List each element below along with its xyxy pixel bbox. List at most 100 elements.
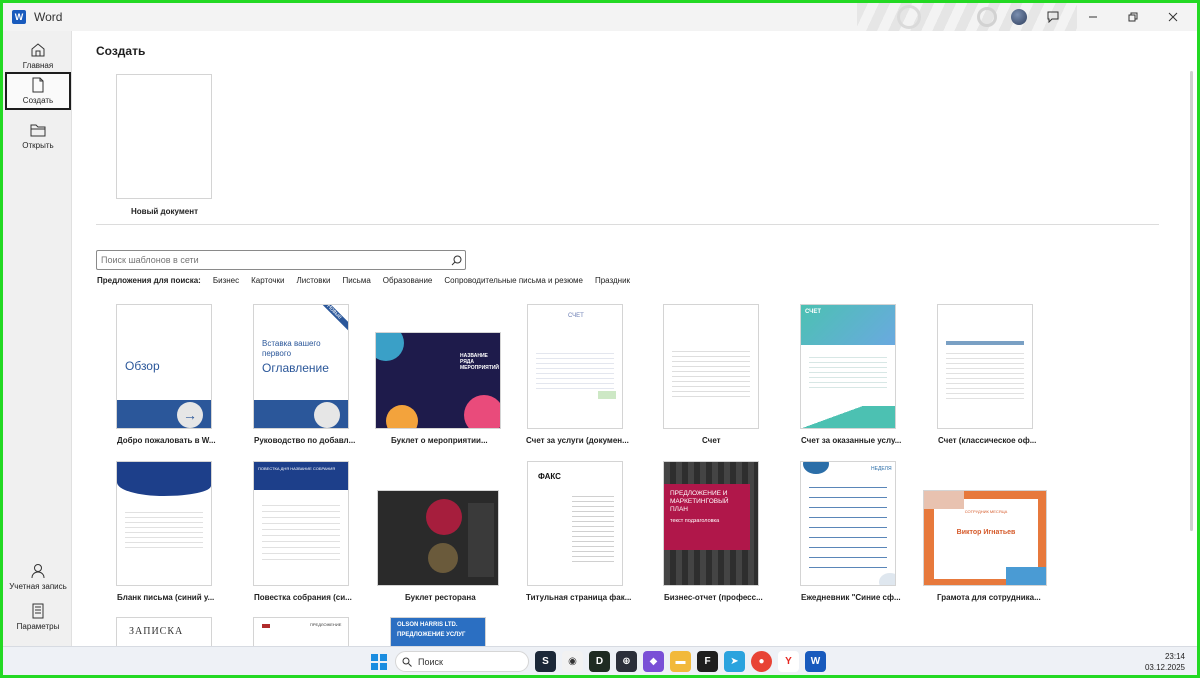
template-caption: Добро пожаловать в W... (117, 436, 216, 445)
windows-start-icon[interactable] (368, 651, 389, 672)
template-thumbnail[interactable] (663, 304, 759, 429)
user-avatar[interactable] (1011, 9, 1027, 25)
template-thumb-text: текст подзаголовка (670, 518, 720, 524)
folder-icon (30, 124, 46, 137)
vertical-scrollbar[interactable] (1190, 71, 1193, 531)
template-thumb-text: СЧЕТ (805, 309, 822, 315)
template-caption: Ежедневник "Синие сф... (801, 593, 901, 602)
template-caption: Повестка собрания (си... (254, 593, 352, 602)
suggestion-holiday[interactable]: Праздник (595, 276, 630, 285)
template-search (96, 250, 466, 270)
clock-date: 03.12.2025 (1144, 663, 1185, 672)
suggestion-resumes[interactable]: Сопроводительные письма и резюме (444, 276, 583, 285)
template-thumbnail[interactable]: ПОВЕСТКА ДНЯ НАЗВАНИЕ СОБРАНИЯ (253, 461, 349, 586)
steam-icon[interactable]: S (535, 651, 556, 672)
template-thumbnail[interactable]: ПРЕДЛОЖЕНИЕ (253, 617, 349, 646)
title-bar: W Word (3, 3, 1197, 31)
suggestion-flyers[interactable]: Листовки (296, 276, 330, 285)
template-thumbnail[interactable] (377, 490, 499, 586)
suggestion-education[interactable]: Образование (383, 276, 433, 285)
template-thumb-text: OLSON HARRIS LTD. (397, 622, 458, 628)
file-explorer-icon[interactable]: ▬ (670, 651, 691, 672)
template-thumbnail[interactable] (116, 461, 212, 586)
template-thumb-text: НАЗВАНИЕ РЯДА МЕРОПРИЯТИЙ (460, 353, 500, 371)
template-thumbnail[interactable]: Вставка вашего первого Оглавление Новые (253, 304, 349, 429)
arrow-right-icon: → (177, 402, 203, 428)
template-caption: Руководство по добавл... (254, 436, 356, 445)
nav-home[interactable]: Главная (5, 37, 71, 75)
template-thumbnail[interactable]: ПРЕДЛОЖЕНИЕ И МАРКЕТИНГОВЫЙ ПЛАН текст п… (663, 461, 759, 586)
window-title: Word (34, 10, 63, 24)
template-thumbnail[interactable]: OLSON HARRIS LTD. ПРЕДЛОЖЕНИЕ УСЛУГ (390, 617, 486, 646)
yandex-browser-icon[interactable]: Y (778, 651, 799, 672)
template-thumb-text: Вставка вашего первого (262, 339, 321, 358)
suggestion-business[interactable]: Бизнес (213, 276, 239, 285)
template-caption: Бизнес-отчет (професс... (664, 593, 763, 602)
restore-button[interactable] (1119, 7, 1147, 27)
nav-open-label: Открыть (22, 141, 54, 150)
camera-app-icon[interactable]: ◉ (562, 651, 583, 672)
backstage-sidebar: Главная Создать Открыть Учетная запись П… (3, 31, 72, 646)
nav-open[interactable]: Открыть (5, 117, 71, 155)
template-caption: Счет за оказанные услу... (801, 436, 902, 445)
template-thumbnail[interactable]: СОТРУДНИК МЕСЯЦА Виктор Игнатьев (923, 490, 1047, 586)
figma-icon[interactable]: F (697, 651, 718, 672)
system-clock[interactable]: 23:14 03.12.2025 (1145, 651, 1185, 673)
word-app-icon: W (12, 10, 26, 24)
blank-document-label: Новый документ (131, 207, 198, 216)
obsidian-icon[interactable]: ◆ (643, 651, 664, 672)
template-caption: Бланк письма (синий у... (117, 593, 215, 602)
chrome-icon[interactable]: ● (751, 651, 772, 672)
template-thumbnail[interactable]: СЧЕТ (800, 304, 896, 429)
telegram-icon[interactable]: ➤ (724, 651, 745, 672)
search-icon[interactable] (447, 251, 465, 269)
close-button[interactable] (1159, 7, 1187, 27)
search-suggestions: Предложения для поиска: Бизнес Карточки … (97, 276, 630, 285)
template-thumb-text: ПОВЕСТКА ДНЯ НАЗВАНИЕ СОБРАНИЯ (258, 466, 336, 471)
windows-taskbar: Поиск S ◉ D ⊕ ◆ ▬ F ➤ ● Y W 23:14 03.12.… (3, 646, 1197, 675)
template-caption: Грамота для сотрудника... (937, 593, 1041, 602)
clock-time: 23:14 (1164, 652, 1185, 661)
nav-options[interactable]: Параметры (5, 598, 71, 636)
template-thumb-text: ФАКС (538, 472, 561, 481)
template-caption: Счет за услуги (докумен... (526, 436, 629, 445)
template-thumbnail[interactable]: НАЗВАНИЕ РЯДА МЕРОПРИЯТИЙ (375, 332, 501, 429)
nav-new[interactable]: Создать (5, 72, 71, 110)
template-caption: Счет (702, 436, 721, 445)
nav-home-label: Главная (22, 61, 54, 70)
suggestion-letters[interactable]: Письма (342, 276, 370, 285)
template-thumb-text: СОТРУДНИК МЕСЯЦА (964, 509, 1008, 514)
template-thumbnail[interactable]: СЧЕТ (527, 304, 623, 429)
taskbar-search[interactable]: Поиск (395, 651, 529, 672)
new-badge: Новые (310, 305, 348, 336)
lock-app-icon[interactable]: ⊕ (616, 651, 637, 672)
person-icon (31, 564, 45, 579)
document-icon (314, 402, 340, 428)
template-thumb-text: ПРЕДЛОЖЕНИЕ (310, 622, 342, 627)
home-icon (31, 43, 45, 57)
feedback-icon[interactable] (1039, 7, 1067, 27)
template-thumb-text: СЧЕТ (568, 313, 584, 319)
template-thumbnail[interactable] (937, 304, 1033, 429)
suggestion-cards[interactable]: Карточки (251, 276, 284, 285)
blank-document-thumbnail[interactable] (116, 74, 212, 199)
nav-account-label: Учетная запись (9, 582, 67, 591)
template-caption: Счет (классическое оф... (938, 436, 1037, 445)
template-thumbnail[interactable]: НЕДЕЛЯ (800, 461, 896, 586)
nav-account[interactable]: Учетная запись (5, 558, 71, 596)
taskbar-search-label: Поиск (418, 656, 443, 667)
template-caption: Буклет о мероприятии... (391, 436, 488, 445)
new-document-pane: Создать Новый документ Предложения для п… (72, 31, 1197, 646)
template-thumbnail[interactable]: ЗАПИСКА (116, 617, 212, 646)
template-thumb-text: Обзор (125, 359, 160, 373)
template-thumbnail[interactable]: ФАКС (527, 461, 623, 586)
nav-options-label: Параметры (16, 622, 60, 631)
page-title: Создать (96, 44, 146, 58)
template-thumbnail[interactable]: Обзор → (116, 304, 212, 429)
template-thumb-text: ПРЕДЛОЖЕНИЕ УСЛУГ (397, 632, 466, 638)
settings-icon (32, 603, 44, 619)
terminal-app-icon[interactable]: D (589, 651, 610, 672)
minimize-button[interactable] (1079, 7, 1107, 27)
word-taskbar-icon[interactable]: W (805, 651, 826, 672)
template-search-input[interactable] (101, 255, 447, 265)
